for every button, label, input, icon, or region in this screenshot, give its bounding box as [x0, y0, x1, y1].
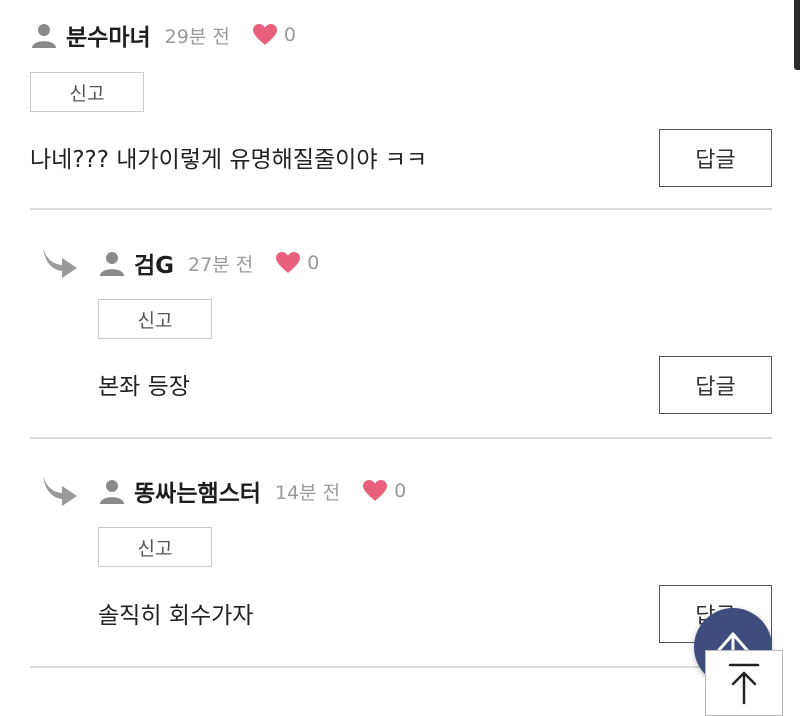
comment-meta: 검G 27분 전 0 [98, 246, 319, 280]
comment-time: 27분 전 [188, 253, 254, 276]
heart-icon[interactable] [252, 23, 278, 47]
person-icon [32, 24, 56, 48]
reply-comment-item: 똥싸는햄스터 14분 전 0 신고 솔직히 회수가자 답글 [0, 438, 800, 668]
like-count: 0 [307, 252, 320, 274]
heart-icon[interactable] [275, 251, 301, 275]
comment-text: 본좌 등장 [98, 374, 190, 400]
reply-arrow-icon [43, 476, 77, 506]
report-button[interactable]: 신고 [98, 527, 212, 567]
comment-text: 솔직히 회수가자 [98, 603, 254, 629]
reply-comment-item: 검G 27분 전 0 신고 본좌 등장 답글 [0, 210, 800, 438]
like-count: 0 [394, 480, 407, 502]
comment-time: 29분 전 [164, 25, 230, 48]
person-icon [100, 480, 124, 504]
report-button[interactable]: 신고 [30, 72, 144, 112]
comment-author[interactable]: 똥싸는햄스터 [134, 474, 261, 508]
reply-button[interactable]: 답글 [659, 356, 772, 414]
report-button[interactable]: 신고 [98, 299, 212, 339]
comment-meta: 똥싸는햄스터 14분 전 0 [98, 474, 406, 508]
reply-arrow-icon [43, 248, 77, 278]
like-count: 0 [283, 24, 296, 46]
comment-author[interactable]: 분수마녀 [66, 18, 151, 52]
comment-text: 나네??? 내가이렇게 유명해질줄이야 ㅋㅋ [30, 147, 428, 173]
comment-meta: 분수마녀 29분 전 0 [30, 18, 296, 52]
reply-button[interactable]: 답글 [659, 129, 772, 187]
comment-time: 14분 전 [274, 481, 341, 504]
comment-item: 분수마녀 29분 전 0 신고 나네??? 내가이렇게 유명해질줄이야 ㅋㅋ 답… [0, 0, 800, 210]
go-to-top-button[interactable] [705, 650, 783, 716]
person-icon [100, 252, 124, 276]
arrow-to-top-icon [728, 663, 760, 705]
comment-author[interactable]: 검G [134, 246, 174, 280]
heart-icon[interactable] [362, 479, 388, 503]
comment-divider [30, 666, 772, 668]
